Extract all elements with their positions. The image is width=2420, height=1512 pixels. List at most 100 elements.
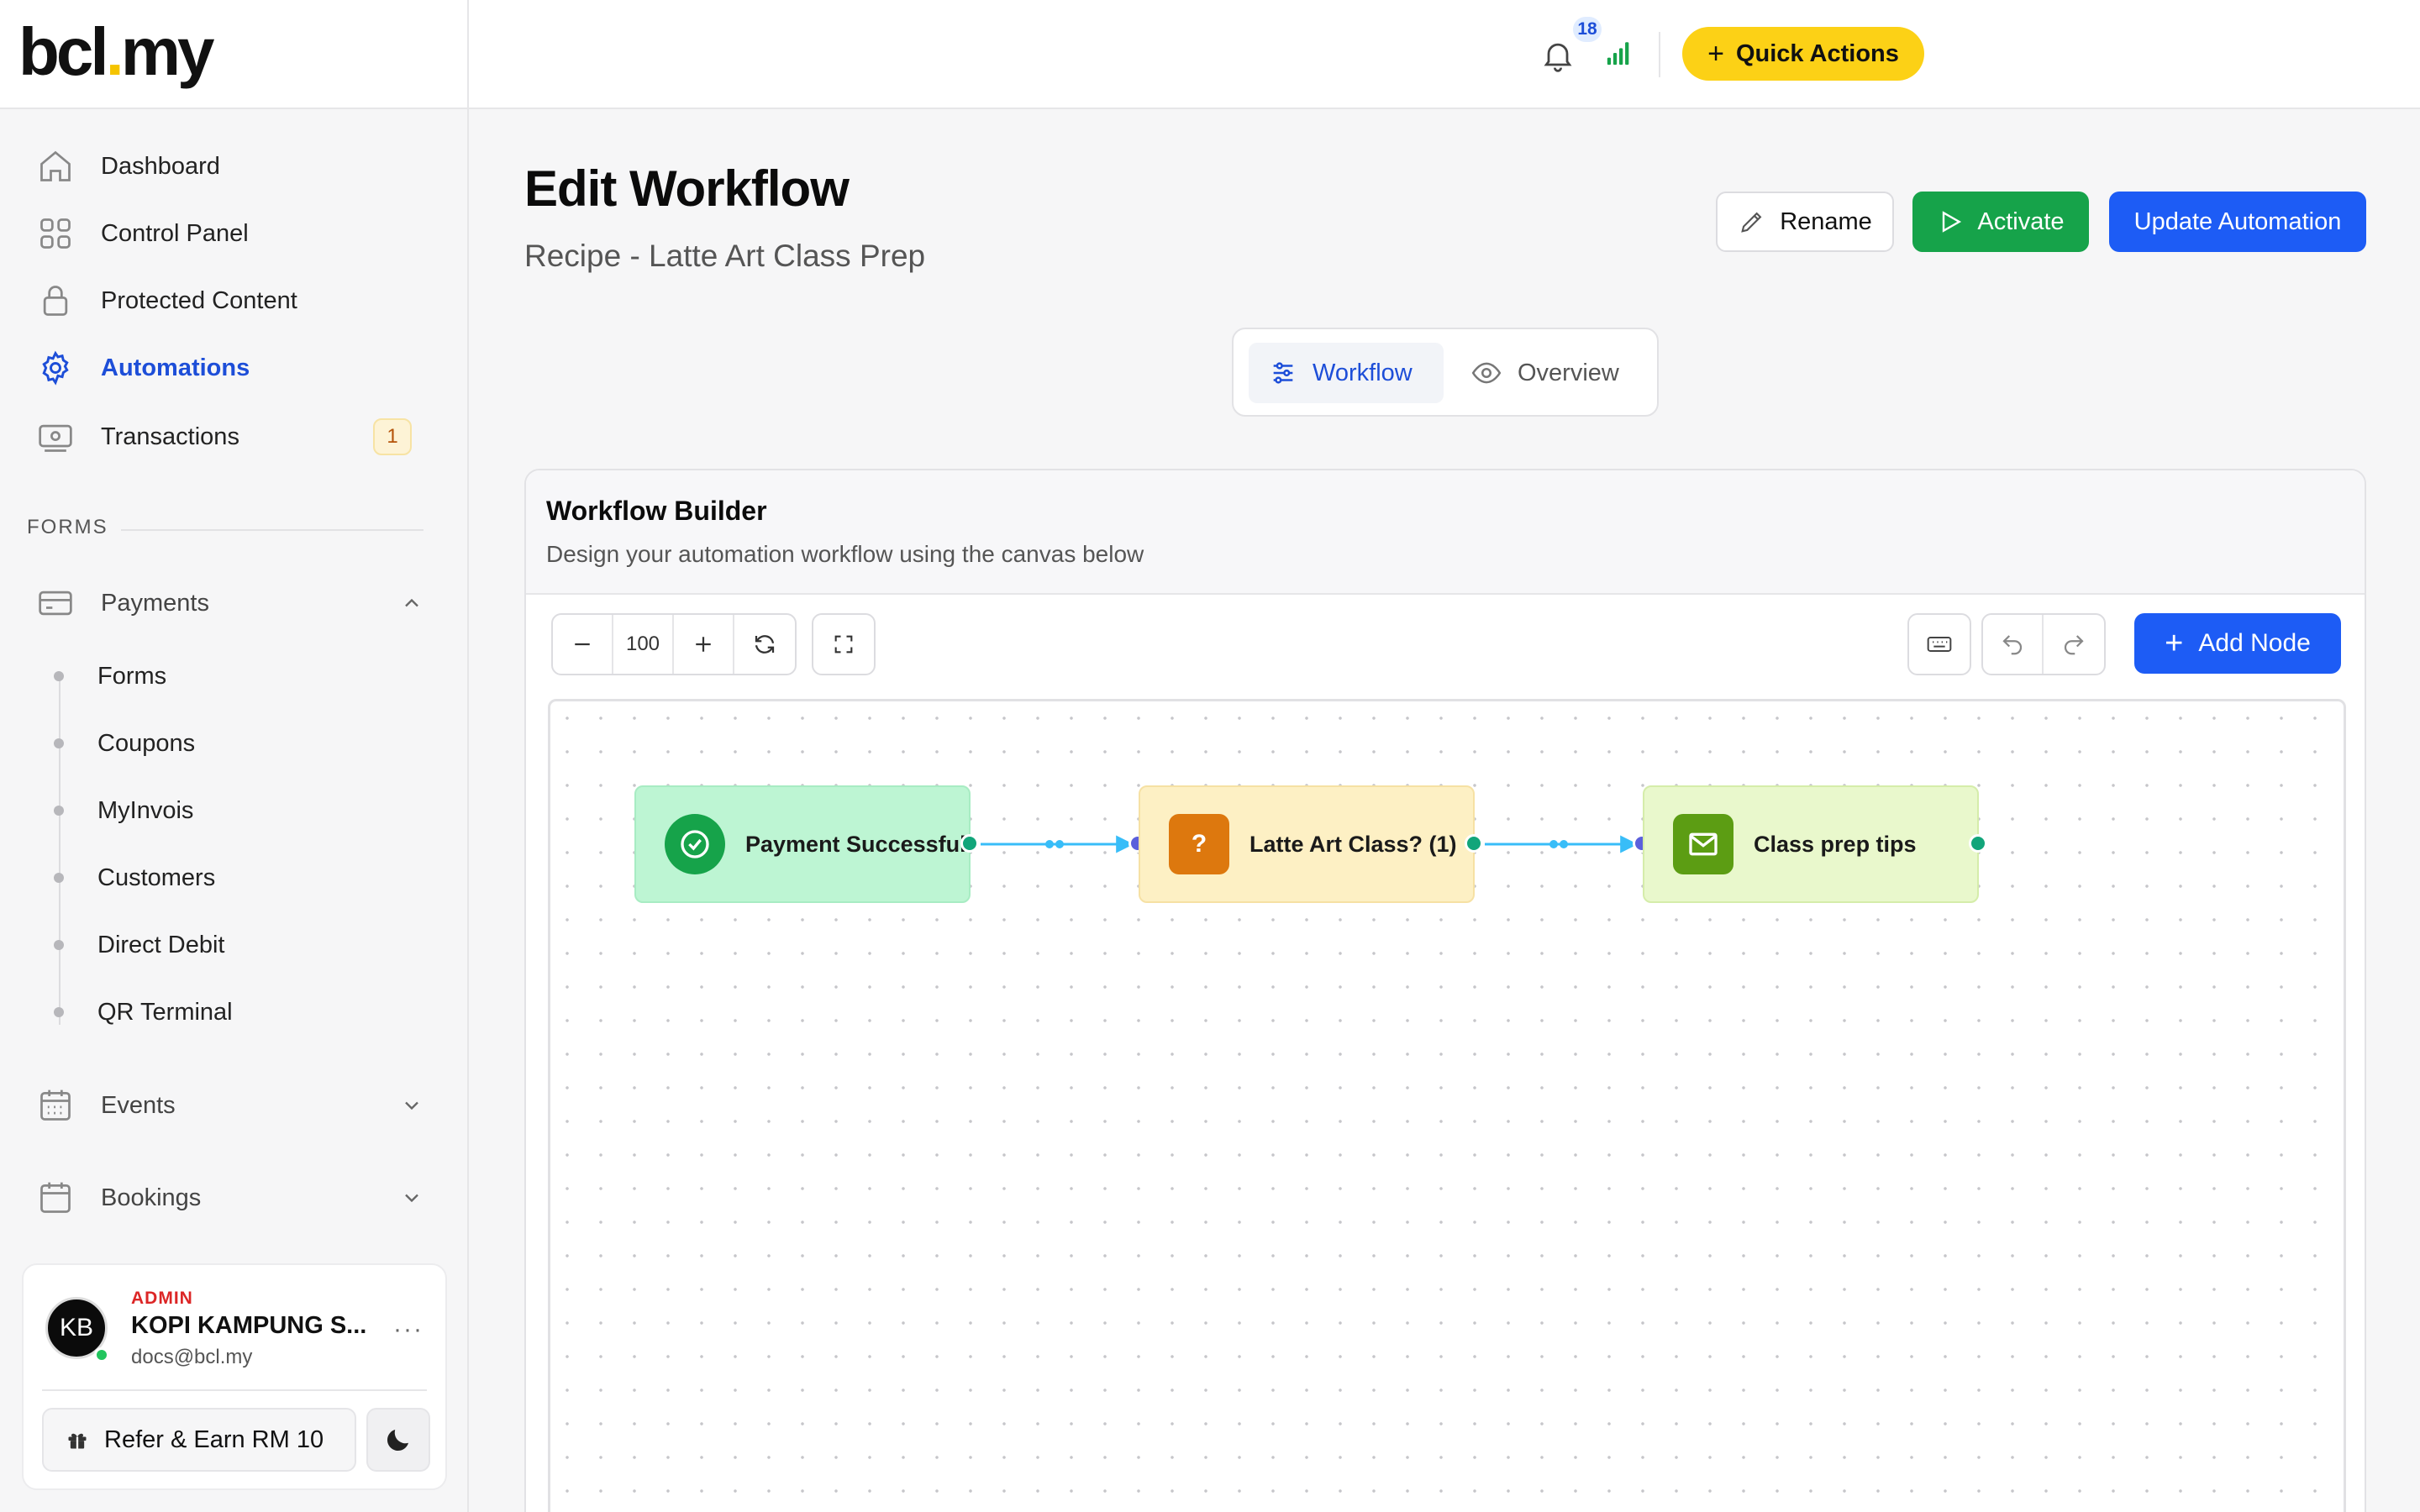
- sidebar-subitem-qr-terminal[interactable]: QR Terminal: [54, 991, 233, 1033]
- sidebar-item-label: Dashboard: [101, 152, 220, 180]
- calendar-grid-icon: [37, 1087, 74, 1124]
- keyboard-shortcuts-button[interactable]: [1909, 615, 1970, 674]
- minus-icon: [575, 643, 590, 646]
- quick-actions-label: Quick Actions: [1735, 39, 1899, 67]
- node-payment-successful[interactable]: Payment Successful: [634, 785, 971, 903]
- online-status-dot: [94, 1347, 109, 1362]
- sidebar-group-events[interactable]: Events: [37, 1080, 424, 1131]
- sidebar-subitem-label: Coupons: [97, 729, 196, 757]
- sidebar-item-label: Protected Content: [101, 286, 297, 314]
- chevron-down-icon[interactable]: [400, 1186, 424, 1210]
- bullet: [54, 671, 64, 681]
- node-latte-art-class-condition[interactable]: ? Latte Art Class? (1): [1139, 785, 1475, 903]
- tab-workflow[interactable]: Workflow: [1249, 343, 1444, 403]
- sidebar-subitem-label: Direct Debit: [97, 931, 225, 958]
- node-class-prep-tips-email[interactable]: Class prep tips: [1643, 785, 1979, 903]
- rename-button[interactable]: Rename: [1716, 192, 1894, 252]
- bell-icon[interactable]: [1539, 37, 1576, 74]
- sidebar-group-label: Payments: [101, 589, 209, 617]
- node-label: Payment Successful: [745, 831, 966, 857]
- workflow-canvas[interactable]: Payment Successful ? Latte Art Class? (1…: [548, 699, 2346, 1512]
- bullet: [54, 873, 64, 883]
- expand-icon: [834, 635, 853, 654]
- edge-condition-to-email[interactable]: [1485, 835, 1639, 853]
- brand-logo[interactable]: bcl.my: [18, 12, 214, 92]
- plus-icon: [696, 637, 711, 652]
- sidebar-group-label: Events: [101, 1091, 176, 1119]
- edge-payment-to-condition[interactable]: [981, 835, 1134, 853]
- node-label: Class prep tips: [1754, 831, 1917, 857]
- sidebar: bcl.my Dashboard Control Panel Protected…: [0, 0, 469, 1512]
- sidebar-group-label: Bookings: [101, 1184, 202, 1211]
- credit-card-icon: [37, 585, 74, 622]
- plus-icon: +: [1707, 37, 1724, 70]
- page-title: Edit Workflow: [524, 160, 850, 217]
- gear-icon: [37, 349, 74, 386]
- topbar-separator: [1659, 32, 1660, 77]
- sidebar-item-label: Transactions: [101, 423, 239, 450]
- sidebar-subitem-customers[interactable]: Customers: [54, 857, 215, 899]
- chevron-down-icon[interactable]: [400, 1094, 424, 1117]
- tab-overview-label: Overview: [1518, 359, 1619, 386]
- sidebar-subitem-label: MyInvois: [97, 796, 194, 824]
- builder-description: Design your automation workflow using th…: [546, 541, 1144, 567]
- view-tabs: Workflow Overview: [1232, 328, 1659, 417]
- signal-strength-icon: [1607, 42, 1629, 66]
- sidebar-item-label: Control Panel: [101, 219, 249, 247]
- tab-overview[interactable]: Overview: [1450, 343, 1645, 403]
- zoom-level-value: 100: [613, 615, 674, 674]
- fullscreen-button[interactable]: [813, 615, 874, 674]
- redo-button[interactable]: [2044, 615, 2104, 674]
- redo-icon: [2064, 635, 2084, 655]
- zoom-out-button[interactable]: [553, 615, 613, 674]
- output-port[interactable]: [960, 834, 979, 853]
- keyboard-shortcuts-control: [1907, 613, 1971, 675]
- add-node-button[interactable]: + Add Node: [2134, 613, 2341, 674]
- section-label-forms: FORMS: [27, 516, 108, 538]
- sidebar-item-control-panel[interactable]: Control Panel: [37, 208, 249, 259]
- sidebar-subitem-myinvois[interactable]: MyInvois: [54, 790, 193, 832]
- sidebar-group-bookings[interactable]: Bookings: [37, 1173, 424, 1223]
- bullet: [54, 738, 64, 748]
- sidebar-item-label: Automations: [101, 354, 250, 381]
- quick-actions-button[interactable]: + Quick Actions: [1682, 27, 1924, 81]
- builder-header: Workflow Builder Design your automation …: [526, 470, 2365, 595]
- logo-dot: .: [105, 14, 124, 89]
- output-port[interactable]: [1969, 834, 1987, 853]
- node-label: Latte Art Class? (1): [1249, 831, 1457, 857]
- sidebar-subitem-direct-debit[interactable]: Direct Debit: [54, 924, 225, 966]
- more-options-icon[interactable]: ···: [393, 1315, 424, 1344]
- zoom-in-button[interactable]: [674, 615, 734, 674]
- dark-mode-toggle[interactable]: [366, 1408, 430, 1472]
- page-subtitle: Recipe - Latte Art Class Prep: [524, 239, 926, 273]
- refer-earn-button[interactable]: Refer & Earn RM 10: [42, 1408, 356, 1472]
- sidebar-item-automations[interactable]: Automations: [37, 343, 250, 393]
- sidebar-item-transactions[interactable]: Transactions: [37, 412, 424, 462]
- sidebar-subitem-label: Forms: [97, 662, 167, 690]
- update-automation-button[interactable]: Update Automation: [2109, 192, 2366, 252]
- activate-button[interactable]: Activate: [1912, 192, 2089, 252]
- workflow-builder-panel: Workflow Builder Design your automation …: [524, 469, 2366, 1512]
- user-card-divider: [42, 1389, 427, 1391]
- builder-title: Workflow Builder: [546, 496, 767, 526]
- add-node-label: Add Node: [2198, 629, 2311, 657]
- sidebar-item-dashboard[interactable]: Dashboard: [37, 141, 220, 192]
- notification-count-badge: 18: [1573, 17, 1602, 42]
- check-circle-icon: [665, 814, 725, 874]
- output-port[interactable]: [1465, 834, 1483, 853]
- refer-earn-label: Refer & Earn RM 10: [104, 1425, 324, 1453]
- bullet: [54, 940, 64, 950]
- sidebar-subitem-forms[interactable]: Forms: [54, 655, 166, 697]
- sidebar-subitem-label: Customers: [97, 864, 216, 891]
- bullet: [54, 806, 64, 816]
- history-controls: [1981, 613, 2106, 675]
- undo-button[interactable]: [1983, 615, 2044, 674]
- reset-zoom-button[interactable]: [734, 615, 795, 674]
- sidebar-subitem-coupons[interactable]: Coupons: [54, 722, 195, 764]
- sidebar-subitem-label: QR Terminal: [97, 998, 233, 1026]
- calendar-icon: [37, 1179, 74, 1216]
- sidebar-group-payments[interactable]: Payments: [37, 578, 424, 628]
- fullscreen-control: [812, 613, 876, 675]
- chevron-up-icon[interactable]: [400, 591, 424, 615]
- sidebar-item-protected-content[interactable]: Protected Content: [37, 276, 297, 326]
